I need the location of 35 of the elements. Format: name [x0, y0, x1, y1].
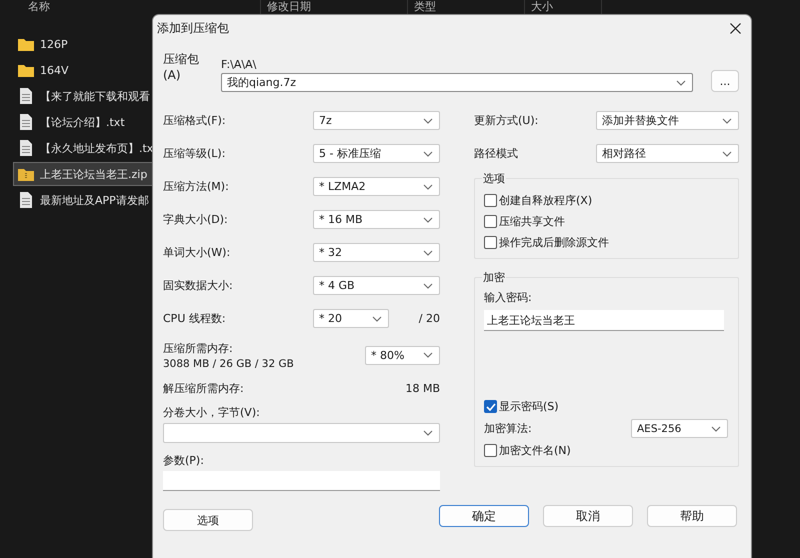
field-label: 更新方式(U): — [474, 113, 538, 128]
file-name: 126P — [40, 38, 68, 50]
path-text: F:\A\A\ — [221, 58, 258, 71]
file-name: 【来了就能下载和观看 — [40, 88, 150, 104]
field-label: 单词大小(W): — [163, 245, 232, 260]
field-label: 固实数据大小: — [163, 278, 234, 293]
value-text: 3088 MB / 26 GB / 32 GB — [163, 358, 295, 370]
field-label: 解压缩所需内存: — [163, 380, 244, 396]
checkbox-label: 压缩共享文件 — [499, 214, 565, 229]
window-title: 添加到压缩包 — [157, 20, 229, 36]
field-label: 参数(P): — [163, 453, 205, 468]
field-label: CPU 线程数: — [163, 311, 227, 326]
file-name: 上老王论坛当老王.zip — [40, 166, 148, 182]
checkbox-label: 操作完成后删除源文件 — [499, 235, 609, 250]
checkbox-label: 创建自释放程序(X) — [499, 193, 592, 208]
file-name: 【永久地址发布页】.tx — [40, 140, 154, 156]
file-name: 【论坛介绍】.txt — [40, 114, 125, 130]
field-label: 输入密码: — [484, 290, 533, 305]
checkbox-label: 显示密码(S) — [499, 399, 559, 414]
value-text: 18 MB — [405, 382, 440, 394]
value-text: / 20 — [418, 312, 440, 325]
file-name: 164V — [40, 64, 69, 76]
field-label: 压缩所需内存: — [163, 340, 234, 356]
checkbox-label: 加密文件名(N) — [499, 443, 571, 458]
group-title: 选项 — [482, 171, 506, 186]
field-label: 压缩包(A) — [163, 51, 200, 82]
group-title: 加密 — [482, 270, 506, 285]
field-label: 字典大小(D): — [163, 212, 229, 227]
file-name: 最新地址及APP请发邮 — [40, 192, 149, 208]
field-label: 路径模式 — [474, 146, 518, 161]
field-label: 压缩等级(L): — [163, 146, 226, 161]
field-label: 压缩方法(M): — [163, 179, 230, 194]
field-label: 加密算法: — [484, 421, 532, 436]
field-label: 分卷大小，字节(V): — [163, 405, 261, 420]
field-label: 压缩格式(F): — [163, 113, 227, 128]
